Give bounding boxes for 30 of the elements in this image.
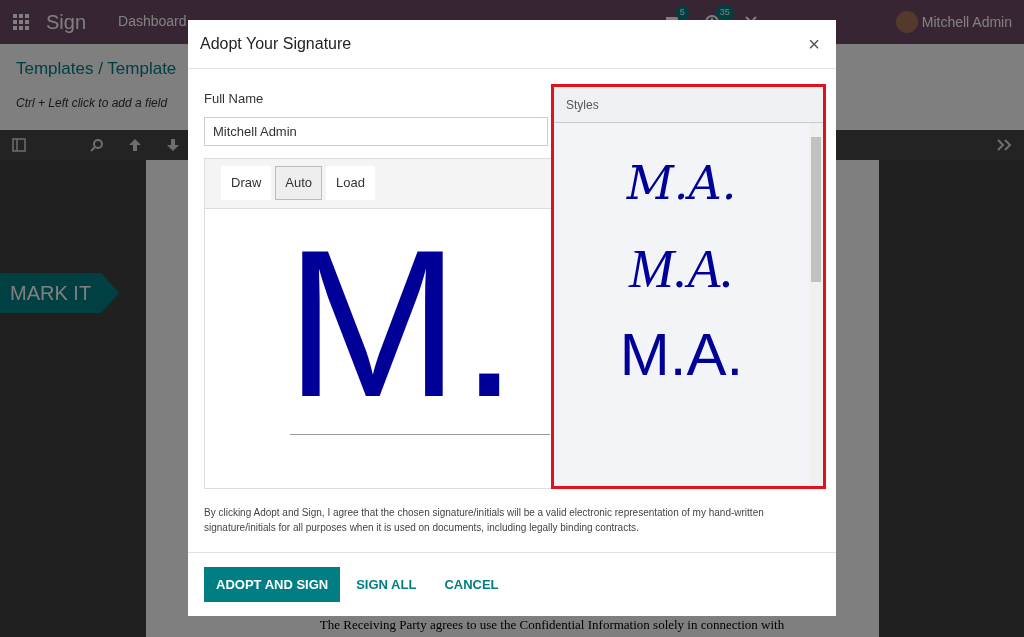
dialog-action-button[interactable]: ADOPT AND SIGN xyxy=(204,566,341,603)
dialog-action-button[interactable]: CANCEL xyxy=(432,566,511,603)
scrollbar[interactable] xyxy=(809,123,823,486)
search-icon[interactable] xyxy=(90,138,104,152)
signature-style-option[interactable]: M.A. xyxy=(619,315,744,395)
signature-mode-tab[interactable]: Auto xyxy=(275,166,323,200)
apps-menu-icon[interactable] xyxy=(12,13,30,31)
signature-mode-tab[interactable]: Load xyxy=(326,166,375,200)
hint-text: Ctrl + Left click to add a field xyxy=(16,94,168,112)
dialog-title: Adopt Your Signature xyxy=(200,34,352,54)
document-text: The Receiving Party agrees to use the Confidential Information solely in connection with xyxy=(319,618,785,632)
close-button[interactable]: × xyxy=(804,29,824,59)
sidebar-toggle-icon[interactable] xyxy=(12,138,26,152)
up-arrow-icon[interactable] xyxy=(128,138,142,152)
menu-item[interactable]: Dashboard xyxy=(118,10,187,32)
app-name: Sign xyxy=(46,10,87,35)
dialog-action-button[interactable]: SIGN ALL xyxy=(344,566,429,603)
signature-preview: M. xyxy=(285,208,519,441)
full-name-field[interactable]: Mitchell Admin xyxy=(204,116,548,146)
signature-mode-tab[interactable]: Draw xyxy=(221,166,272,200)
user-name[interactable]: Mitchell Admin xyxy=(921,11,1012,33)
field-label: Full Name xyxy=(204,90,264,108)
disclaimer-text: By clicking Adopt and Sign, I agree that the chosen signature/initials will be a valid electronic representation of my hand-written signature/initials for all purposes when it is used on documents, including legally binding contracts. xyxy=(204,505,765,535)
expand-icon[interactable] xyxy=(996,138,1012,152)
activity-count-badge: 35 xyxy=(715,6,734,20)
signature-style-option[interactable]: M.A. xyxy=(629,229,734,309)
signature-style-option[interactable]: M.A. xyxy=(626,143,737,223)
message-count-badge: 5 xyxy=(675,6,689,20)
down-arrow-icon[interactable] xyxy=(166,138,180,152)
styles-title: Styles xyxy=(566,96,599,114)
